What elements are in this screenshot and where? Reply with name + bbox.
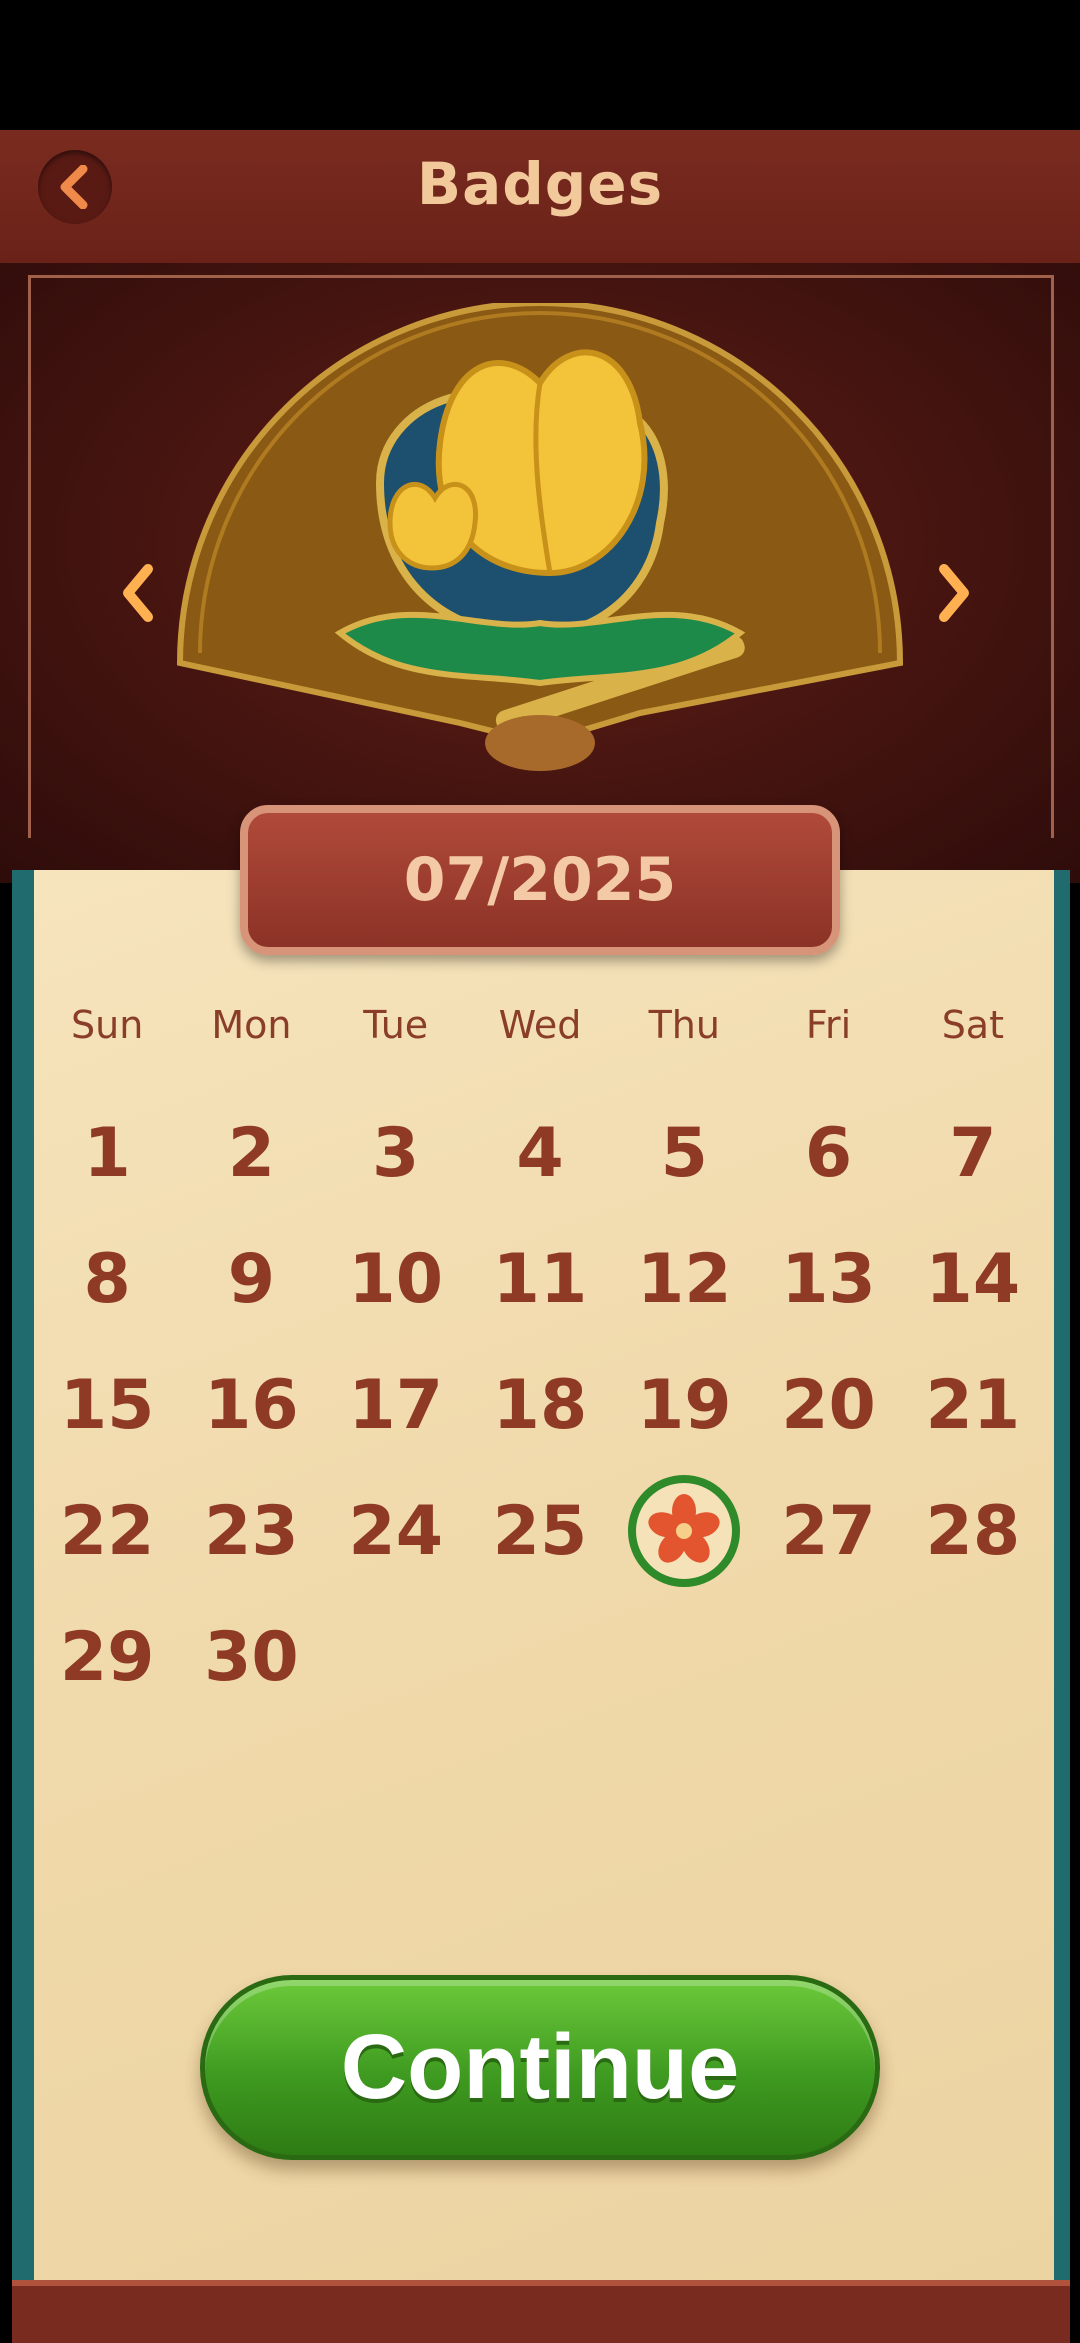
month-label: 07/2025 xyxy=(403,845,677,915)
calendar-day-badged[interactable] xyxy=(612,1468,756,1594)
chevron-left-icon xyxy=(123,564,153,622)
calendar-day[interactable]: 4 xyxy=(468,1090,612,1216)
status-bar xyxy=(0,0,1080,130)
calendar-day[interactable]: 11 xyxy=(468,1216,612,1342)
calendar-day[interactable]: 5 xyxy=(612,1090,756,1216)
day-badge xyxy=(628,1475,741,1587)
calendar-day[interactable]: 21 xyxy=(901,1342,1045,1468)
calendar-day[interactable]: 20 xyxy=(756,1342,900,1468)
tulip-fan-badge xyxy=(176,303,904,771)
calendar-grid: 1 2 3 4 5 6 7 8 9 10 11 12 13 14 15 16 1… xyxy=(35,1090,1045,1720)
weekday-label: Fri xyxy=(805,1003,852,1047)
weekday-label: Tue xyxy=(363,1003,429,1047)
calendar-day[interactable]: 1 xyxy=(35,1090,179,1216)
page-title: Badges xyxy=(416,150,664,218)
weekday-header: Sun Mon Tue Wed Thu Fri Sat xyxy=(35,995,1045,1065)
calendar-day[interactable]: 24 xyxy=(324,1468,468,1594)
weekday-label: Mon xyxy=(211,1003,292,1047)
calendar-day[interactable]: 10 xyxy=(324,1216,468,1342)
weekday-label: Wed xyxy=(498,1003,582,1047)
calendar-day[interactable]: 6 xyxy=(756,1090,900,1216)
continue-button[interactable]: Continue xyxy=(200,1975,880,2160)
calendar-day[interactable]: 16 xyxy=(179,1342,323,1468)
calendar-day[interactable]: 14 xyxy=(901,1216,1045,1342)
calendar-day[interactable]: 29 xyxy=(35,1594,179,1720)
calendar-day[interactable]: 13 xyxy=(756,1216,900,1342)
weekday-label: Sat xyxy=(941,1003,1004,1047)
calendar-bottom-border xyxy=(12,2280,1070,2343)
calendar-day[interactable]: 9 xyxy=(179,1216,323,1342)
calendar-day[interactable]: 28 xyxy=(901,1468,1045,1594)
next-badge-button[interactable] xyxy=(924,553,984,633)
calendar-day[interactable]: 22 xyxy=(35,1468,179,1594)
calendar-day[interactable]: 12 xyxy=(612,1216,756,1342)
badge-showcase xyxy=(0,263,1080,883)
calendar-day[interactable]: 18 xyxy=(468,1342,612,1468)
calendar-day[interactable]: 25 xyxy=(468,1468,612,1594)
calendar-day[interactable]: 8 xyxy=(35,1216,179,1342)
calendar-day[interactable]: 17 xyxy=(324,1342,468,1468)
calendar-day[interactable]: 3 xyxy=(324,1090,468,1216)
prev-badge-button[interactable] xyxy=(108,553,168,633)
chevron-right-icon xyxy=(939,564,969,622)
weekday-label: Thu xyxy=(648,1003,720,1047)
weekday-label: Sun xyxy=(70,1003,144,1047)
header: Badges xyxy=(0,130,1080,269)
calendar-day[interactable]: 30 xyxy=(179,1594,323,1720)
calendar-day[interactable]: 15 xyxy=(35,1342,179,1468)
month-plaque: 07/2025 xyxy=(240,805,840,955)
calendar-day[interactable]: 23 xyxy=(179,1468,323,1594)
calendar-day[interactable]: 2 xyxy=(179,1090,323,1216)
flower-icon xyxy=(648,1494,720,1563)
calendar-day[interactable]: 27 xyxy=(756,1468,900,1594)
calendar-day[interactable]: 19 xyxy=(612,1342,756,1468)
calendar-day[interactable]: 7 xyxy=(901,1090,1045,1216)
continue-label: Continue xyxy=(340,2016,740,2118)
